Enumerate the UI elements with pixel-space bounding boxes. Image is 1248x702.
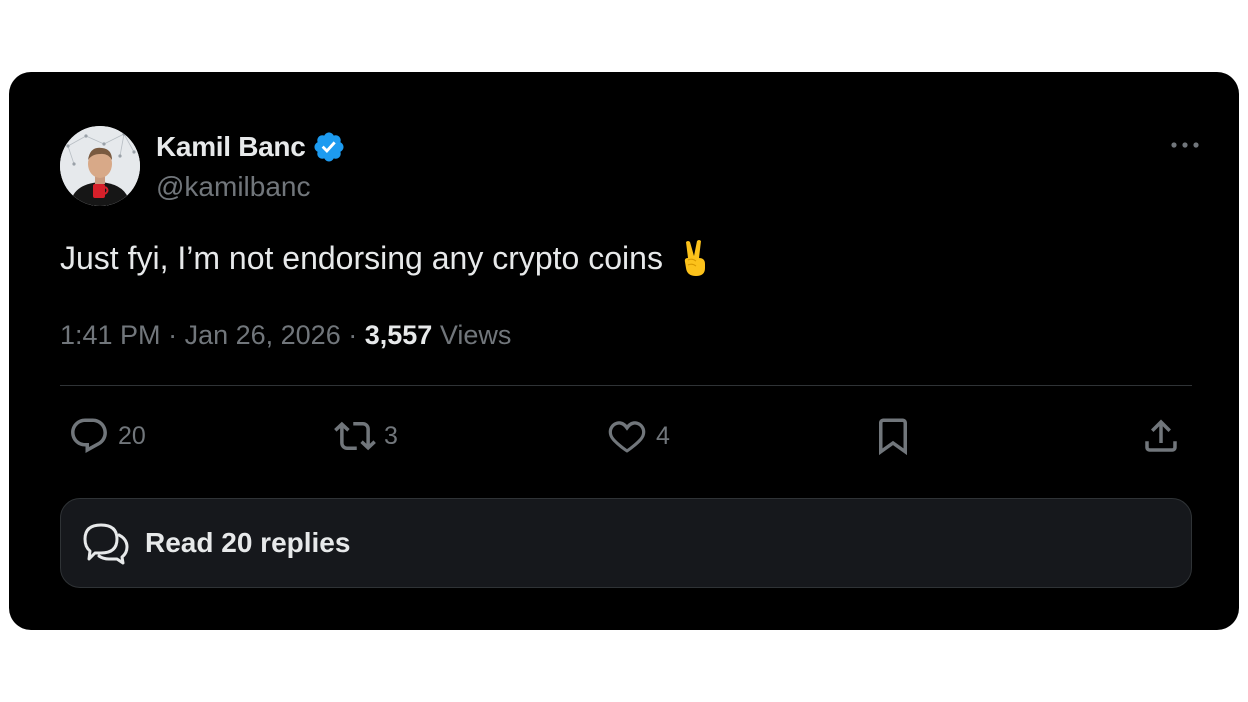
tweet-body: Just fyi, I’m not endorsing any crypto c… xyxy=(60,239,663,276)
share-button[interactable] xyxy=(1140,412,1182,460)
author-handle[interactable]: @kamilbanc xyxy=(156,171,310,203)
meta-separator: · xyxy=(168,320,185,350)
victory-hand-emoji xyxy=(684,240,705,276)
bookmark-icon xyxy=(879,418,907,456)
meta-separator: · xyxy=(348,320,365,350)
read-replies-button[interactable]: Read 20 replies xyxy=(60,498,1192,588)
tweet-date[interactable]: Jan 26, 2026 xyxy=(185,320,341,350)
reply-button[interactable]: 20 xyxy=(68,412,146,460)
divider xyxy=(60,385,1192,386)
author-name[interactable]: Kamil Banc xyxy=(156,131,306,163)
like-icon xyxy=(608,421,646,453)
tweet-text: Just fyi, I’m not endorsing any crypto c… xyxy=(60,238,713,278)
author-name-row: Kamil Banc xyxy=(156,130,346,164)
bookmark-button[interactable] xyxy=(872,412,914,460)
like-button[interactable]: 4 xyxy=(606,412,670,460)
tweet-meta: 1:41 PM · Jan 26, 2026 · 3,557 Views xyxy=(60,320,511,351)
like-count: 4 xyxy=(656,421,670,450)
verified-icon xyxy=(313,132,344,162)
views-count: 3,557 xyxy=(364,320,433,350)
more-icon[interactable] xyxy=(1169,138,1201,152)
views-label: Views xyxy=(439,320,512,350)
tweet-card: Kamil Banc @kamilbanc Just fyi, I’m not … xyxy=(9,72,1239,630)
avatar[interactable] xyxy=(60,126,140,206)
retweet-count: 3 xyxy=(384,421,398,450)
share-icon xyxy=(1145,419,1177,452)
reply-count: 20 xyxy=(118,421,146,450)
retweet-button[interactable]: 3 xyxy=(334,412,398,460)
action-bar: 20 3 4 xyxy=(60,412,1192,460)
retweet-icon xyxy=(334,421,376,451)
read-replies-label: Read 20 replies xyxy=(145,527,351,558)
reply-icon xyxy=(71,418,107,453)
tweet-time[interactable]: 1:41 PM xyxy=(60,320,161,350)
conversation-icon xyxy=(83,523,129,565)
